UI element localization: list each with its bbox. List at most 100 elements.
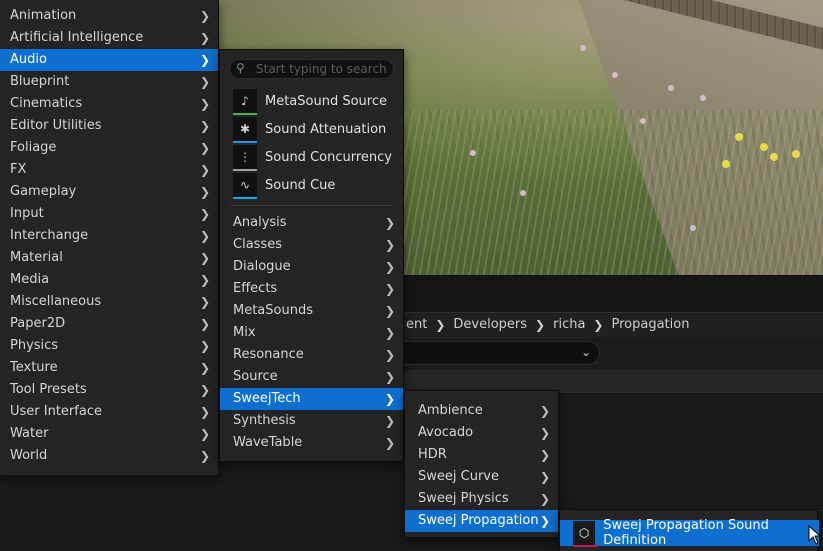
menu-item-mix[interactable]: Mix ❯ [220,322,403,344]
menu-item-label: Classes [233,237,282,252]
chevron-right-icon: ❯ [199,229,210,243]
menu-item-artificial-intelligence[interactable]: Artificial Intelligence ❯ [0,27,218,49]
menu-item-sweej-physics[interactable]: Sweej Physics ❯ [405,488,558,510]
filter-dropdown[interactable]: ⌄ [380,341,600,365]
menu-item-sweejtech[interactable]: SweejTech ❯ [220,388,403,410]
menu-item-label: Artificial Intelligence [10,30,144,45]
menu-item-effects[interactable]: Effects ❯ [220,278,403,300]
menu-item-hdr[interactable]: HDR ❯ [405,444,558,466]
menu-item-label: Media [10,272,50,287]
chevron-right-icon: ❯ [199,317,210,331]
menu-item-input[interactable]: Input ❯ [0,203,218,225]
asset-item-sound-concurrency[interactable]: ⋮ Sound Concurrency [220,143,403,171]
menu-item-resonance[interactable]: Resonance ❯ [220,344,403,366]
menu-item-texture[interactable]: Texture ❯ [0,357,218,379]
chevron-right-icon: ❯ [539,404,550,418]
menu-item-gameplay[interactable]: Gameplay ❯ [0,181,218,203]
menu-item-label: Water [10,426,49,441]
menu-item-audio[interactable]: Audio ❯ [0,49,218,71]
chevron-right-icon: ❯ [199,383,210,397]
chevron-right-icon: ❯ [199,97,210,111]
menu-item-classes[interactable]: Classes ❯ [220,234,403,256]
menu-item-material[interactable]: Material ❯ [0,247,218,269]
menu-item-sweej-curve[interactable]: Sweej Curve ❯ [405,466,558,488]
menu-item-metasounds[interactable]: MetaSounds ❯ [220,300,403,322]
menu-item-paper2d[interactable]: Paper2D ❯ [0,313,218,335]
search-input[interactable]: ⚲ Start typing to search [229,59,394,79]
chevron-right-icon: ❯ [199,339,210,353]
menu-item-fx[interactable]: FX ❯ [0,159,218,181]
menu-item-world[interactable]: World ❯ [0,445,218,467]
menu-item-editor-utilities[interactable]: Editor Utilities ❯ [0,115,218,137]
flower [760,143,768,151]
attenuation-icon: ✱ [233,117,257,143]
menu-item-interchange[interactable]: Interchange ❯ [0,225,218,247]
concurrency-icon: ⋮ [233,145,257,171]
menu-item-foliage[interactable]: Foliage ❯ [0,137,218,159]
menu-item-label: Mix [233,325,256,340]
menu-item-label: Texture [10,360,58,375]
flower [612,72,618,78]
menu-item-analysis[interactable]: Analysis ❯ [220,212,403,234]
menu-item-label: Interchange [10,228,89,243]
menu-item-label: Analysis [233,215,287,230]
chevron-right-icon: ❯ [539,470,550,484]
menu-item-animation[interactable]: Animation ❯ [0,5,218,27]
chevron-right-icon: ❯ [199,361,210,375]
flower [722,160,730,168]
chevron-right-icon[interactable]: ❯ [593,318,603,332]
metasound-icon: ♪ [233,89,257,115]
menu-item-physics[interactable]: Physics ❯ [0,335,218,357]
menu-item-label: Input [10,206,44,221]
menu-item-label: Paper2D [10,316,66,331]
chevron-right-icon: ❯ [384,326,395,340]
asset-item-metasound-source[interactable]: ♪ MetaSound Source [220,87,403,115]
breadcrumb-item[interactable]: richa [545,317,593,332]
chevron-right-icon[interactable]: ❯ [535,318,545,332]
menu-item-sweej-propagation[interactable]: Sweej Propagation ❯ [405,510,558,532]
breadcrumb-item[interactable]: Developers [445,317,535,332]
flower [735,133,743,141]
menu-item-label: HDR [418,447,447,462]
menu-item-cinematics[interactable]: Cinematics ❯ [0,93,218,115]
menu-item-dialogue[interactable]: Dialogue ❯ [220,256,403,278]
menu-item-source[interactable]: Source ❯ [220,366,403,388]
chevron-right-icon: ❯ [384,304,395,318]
menu-item-tool-presets[interactable]: Tool Presets ❯ [0,379,218,401]
chevron-right-icon: ❯ [199,427,210,441]
sound-cue-icon: ∿ [233,173,257,199]
menu-item-label: Ambience [418,403,483,418]
chevron-right-icon: ❯ [384,436,395,450]
add-asset-menu: Animation ❯ Artificial Intelligence ❯ Audi… [0,0,219,476]
menu-item-miscellaneous[interactable]: Miscellaneous ❯ [0,291,218,313]
chevron-right-icon: ❯ [384,414,395,428]
chevron-right-icon[interactable]: ❯ [435,318,445,332]
asset-item-sound-attenuation[interactable]: ✱ Sound Attenuation [220,115,403,143]
menu-item-label: User Interface [10,404,102,419]
chevron-right-icon: ❯ [199,119,210,133]
menu-item-blueprint[interactable]: Blueprint ❯ [0,71,218,93]
menu-item-water[interactable]: Water ❯ [0,423,218,445]
asset-item-sweej-propagation-sound-definition[interactable]: ⬡ Sweej Propagation Sound Definition [560,518,819,548]
menu-item-avocado[interactable]: Avocado ❯ [405,422,558,444]
chevron-down-icon: ⌄ [580,345,591,359]
menu-item-label: Sweej Physics [418,491,509,506]
breadcrumb-item[interactable]: Propagation [603,317,697,332]
menu-item-user-interface[interactable]: User Interface ❯ [0,401,218,423]
menu-item-media[interactable]: Media ❯ [0,269,218,291]
asset-item-sound-cue[interactable]: ∿ Sound Cue [220,171,403,199]
chevron-right-icon: ❯ [199,75,210,89]
chevron-right-icon: ❯ [384,260,395,274]
flower [668,85,674,91]
menu-item-wavetable[interactable]: WaveTable ❯ [220,432,403,454]
sweejtech-submenu: Ambience ❯ Avocado ❯ HDR ❯ Sweej Curve ❯ Swe… [404,390,559,538]
chevron-right-icon: ❯ [199,273,210,287]
chevron-right-icon: ❯ [199,185,210,199]
menu-item-label: Blueprint [10,74,70,89]
menu-item-label: World [10,448,48,463]
chevron-right-icon: ❯ [199,449,210,463]
chevron-right-icon: ❯ [539,426,550,440]
menu-item-label: Synthesis [233,413,296,428]
menu-item-synthesis[interactable]: Synthesis ❯ [220,410,403,432]
menu-item-ambience[interactable]: Ambience ❯ [405,400,558,422]
